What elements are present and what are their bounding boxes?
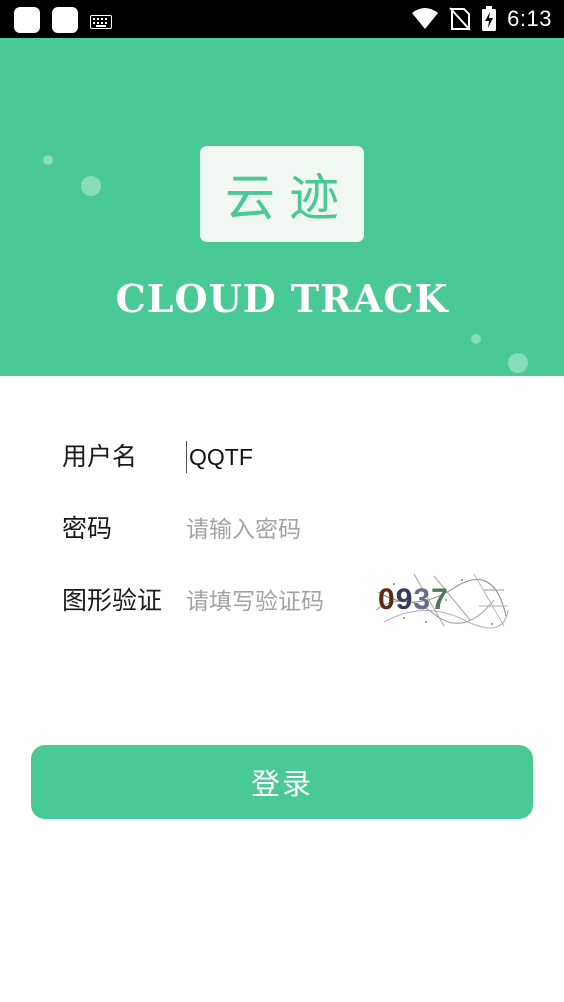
battery-charging-icon — [482, 6, 497, 31]
brand-name: CLOUD TRACK — [115, 276, 449, 321]
app-notification-icon — [52, 7, 78, 33]
captcha-input[interactable] — [186, 576, 356, 626]
login-button[interactable]: 登录 — [31, 745, 533, 819]
captcha-char: 9 — [395, 583, 414, 616]
password-row: 密码 — [62, 504, 522, 554]
app-notification-icon — [14, 7, 40, 33]
captcha-char: 3 — [413, 583, 432, 616]
decorative-bubble — [43, 155, 53, 165]
wifi-icon — [412, 8, 439, 29]
captcha-char: 0 — [378, 583, 396, 616]
clock: 6:13 — [507, 6, 552, 31]
captcha-code: 0937 — [374, 570, 510, 630]
username-row: 用户名 QQTF — [62, 432, 522, 482]
password-input[interactable] — [186, 504, 386, 554]
logo-text: 云迹 — [225, 169, 353, 227]
notification-area — [14, 7, 112, 33]
captcha-char: 7 — [431, 583, 449, 616]
decorative-bubble — [508, 353, 528, 373]
keyboard-icon — [90, 15, 112, 29]
system-icons: 6:13 — [411, 6, 552, 32]
captcha-row: 图形验证 0937 — [62, 570, 522, 630]
decorative-bubble — [471, 334, 481, 344]
captcha-image[interactable]: 0937 — [374, 570, 510, 630]
decorative-bubble — [81, 176, 101, 196]
status-bar: 6:13 — [0, 0, 564, 38]
username-input[interactable]: QQTF — [186, 441, 253, 473]
username-label: 用户名 — [62, 442, 138, 471]
no-sim-icon — [449, 7, 471, 31]
password-label: 密码 — [62, 514, 113, 543]
captcha-label: 图形验证 — [62, 586, 163, 615]
app-logo: 云迹 — [200, 146, 364, 242]
header-banner: 云迹 CLOUD TRACK — [0, 38, 564, 376]
